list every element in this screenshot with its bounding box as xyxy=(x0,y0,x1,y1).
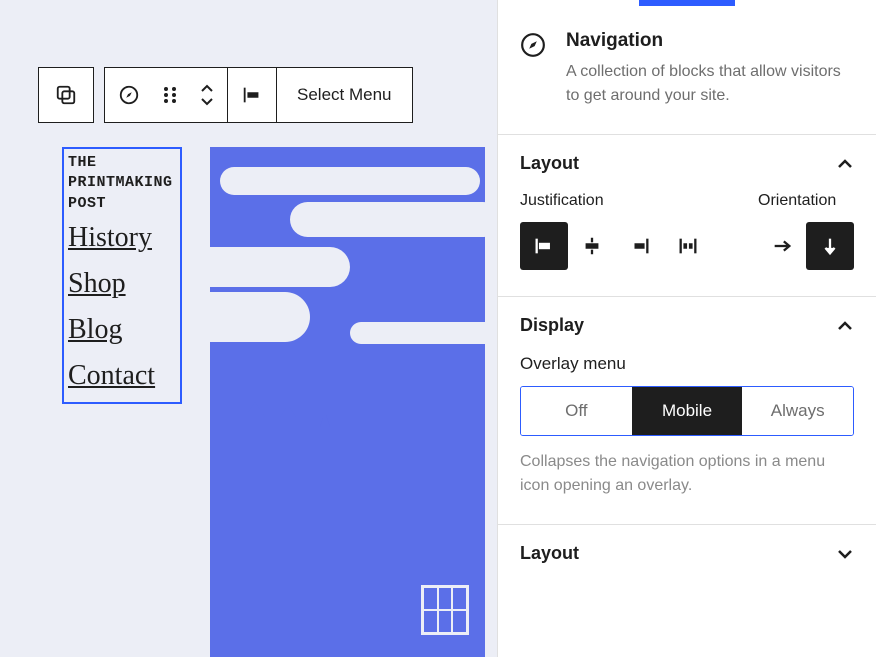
chevron-down-icon xyxy=(200,96,214,106)
display-section: Display Overlay menu Off Mobile Always C… xyxy=(498,297,876,525)
justify-center-button[interactable] xyxy=(568,222,616,270)
compass-icon xyxy=(118,84,140,106)
block-description: A collection of blocks that allow visito… xyxy=(566,60,854,108)
justification-control: Justification xyxy=(520,192,712,270)
block-card: Navigation A collection of blocks that a… xyxy=(498,6,876,135)
featured-image xyxy=(210,147,485,657)
group-icon xyxy=(55,84,77,106)
justify-left-icon xyxy=(533,235,555,257)
nav-item-contact[interactable]: Contact xyxy=(68,360,176,392)
overlay-menu-segmented: Off Mobile Always xyxy=(520,386,854,436)
section-title: Layout xyxy=(520,153,579,174)
justify-right-button[interactable] xyxy=(616,222,664,270)
layout-section-2: Layout xyxy=(498,525,876,582)
layout-section-toggle[interactable]: Layout xyxy=(498,135,876,192)
arrow-down-icon xyxy=(819,235,841,257)
select-menu-button[interactable]: Select Menu xyxy=(277,67,412,123)
justify-center-icon xyxy=(581,235,603,257)
navigation-block[interactable]: THE PRINTMAKING POST History Shop Blog C… xyxy=(62,147,182,404)
overlay-mobile-button[interactable]: Mobile xyxy=(632,387,743,435)
site-title[interactable]: THE PRINTMAKING POST xyxy=(68,153,176,214)
orientation-vertical-button[interactable] xyxy=(806,222,854,270)
overlay-off-button[interactable]: Off xyxy=(521,387,632,435)
drag-handle[interactable] xyxy=(153,67,187,123)
move-buttons xyxy=(187,84,227,106)
editor-canvas: Select Menu THE PRINTMAKING POST History… xyxy=(0,0,497,657)
justify-space-between-icon xyxy=(677,235,699,257)
section-title: Display xyxy=(520,315,584,336)
block-toolbar: Select Menu xyxy=(38,67,413,123)
layout-section: Layout Justification xyxy=(498,135,876,297)
block-type-button[interactable] xyxy=(105,67,153,123)
nav-list: History Shop Blog Contact xyxy=(68,222,176,392)
justification-label: Justification xyxy=(520,192,712,210)
justify-right-icon xyxy=(629,235,651,257)
chevron-up-icon xyxy=(836,320,854,332)
align-left-icon xyxy=(241,84,263,106)
orientation-label: Orientation xyxy=(758,192,854,210)
move-up-button[interactable] xyxy=(200,84,214,94)
move-down-button[interactable] xyxy=(200,96,214,106)
layout-section-2-toggle[interactable]: Layout xyxy=(498,525,876,582)
parent-block-button[interactable] xyxy=(38,67,94,123)
arrow-right-icon xyxy=(771,235,793,257)
overlay-menu-label: Overlay menu xyxy=(520,354,854,374)
overlay-always-button[interactable]: Always xyxy=(742,387,853,435)
block-title: Navigation xyxy=(566,30,854,52)
align-button[interactable] xyxy=(228,67,276,123)
drag-icon xyxy=(162,84,178,106)
chevron-down-icon xyxy=(836,548,854,560)
overlay-help-text: Collapses the navigation options in a me… xyxy=(520,450,854,498)
orientation-horizontal-button[interactable] xyxy=(758,222,806,270)
nav-item-shop[interactable]: Shop xyxy=(68,268,176,300)
justify-left-button[interactable] xyxy=(520,222,568,270)
compass-icon xyxy=(520,32,546,58)
chevron-up-icon xyxy=(200,84,214,94)
display-section-toggle[interactable]: Display xyxy=(498,297,876,354)
section-title: Layout xyxy=(520,543,579,564)
chevron-up-icon xyxy=(836,158,854,170)
orientation-control: Orientation xyxy=(758,192,854,270)
nav-item-history[interactable]: History xyxy=(68,222,176,254)
nav-item-blog[interactable]: Blog xyxy=(68,314,176,346)
settings-sidebar: Navigation A collection of blocks that a… xyxy=(497,0,876,657)
justify-space-between-button[interactable] xyxy=(664,222,712,270)
